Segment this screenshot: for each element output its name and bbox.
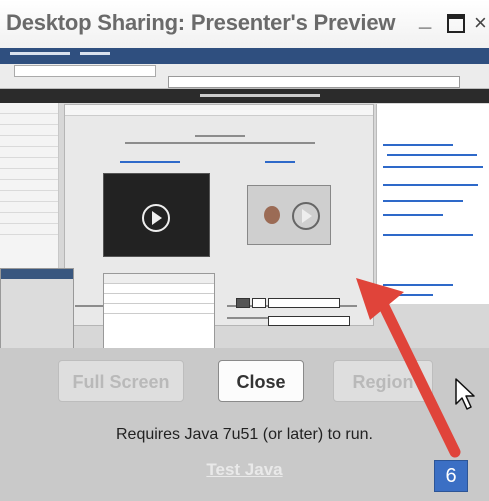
window-title-bar: Desktop Sharing: Presenter's Preview _ × [0, 0, 489, 49]
full-screen-button[interactable]: Full Screen [58, 360, 184, 402]
region-button[interactable]: Region [333, 360, 433, 402]
window-title: Desktop Sharing: Presenter's Preview [6, 10, 396, 35]
preview-menubar [0, 48, 489, 64]
maximize-button[interactable] [447, 14, 465, 33]
preview-video-thumbnail [103, 173, 210, 257]
preview-dark-header [0, 89, 489, 103]
preview-presenter-thumbnail [247, 185, 331, 245]
step-number-badge: 6 [434, 460, 468, 492]
sharing-controls: Full Screen Close Region Requires Java 7… [0, 348, 489, 501]
close-button[interactable]: Close [218, 360, 304, 402]
preview-table [103, 273, 215, 348]
desktop-preview [0, 48, 489, 348]
mouse-pointer-icon [455, 378, 475, 410]
preview-browser-tab [14, 65, 156, 77]
preview-left-panel [0, 103, 59, 268]
preview-address-bar [168, 76, 460, 88]
java-requirement-text: Requires Java 7u51 (or later) to run. [115, 426, 373, 443]
minimize-button[interactable]: _ [419, 6, 431, 32]
preview-small-window [0, 268, 74, 348]
test-java-link[interactable]: Test Java [0, 460, 489, 480]
preview-right-panel [376, 104, 489, 304]
window-close-button[interactable]: × [474, 10, 487, 36]
